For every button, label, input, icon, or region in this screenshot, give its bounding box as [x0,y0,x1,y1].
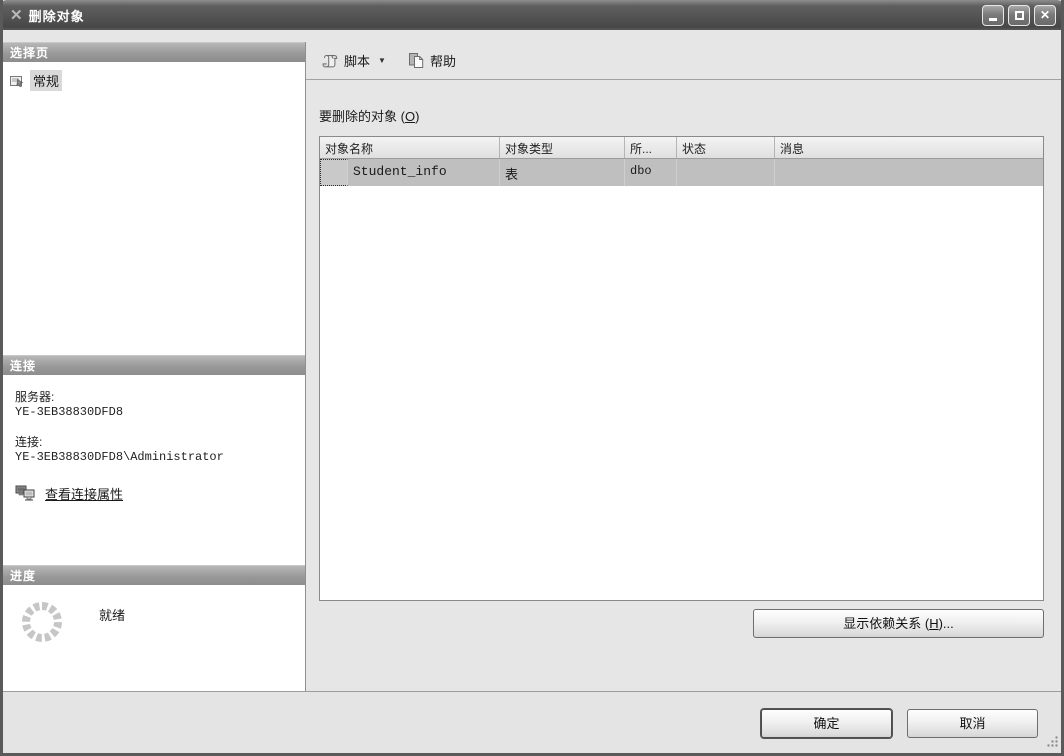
cancel-button[interactable]: 取消 [907,709,1038,738]
minimize-icon [989,18,997,21]
view-connection-properties-link[interactable]: 查看连接属性 [45,484,123,503]
footer-bar: 确定 取消 [3,691,1061,753]
cell-object-name: Student_info [348,159,500,186]
server-value: YE-3EB38830DFD8 [15,405,124,419]
connection-value: YE-3EB38830DFD8\Administrator [15,450,224,464]
column-header-owner[interactable]: 所... [625,137,677,158]
help-icon [408,52,425,69]
cell-status [677,159,775,186]
server-label: 服务器: [15,390,55,404]
delete-object-dialog: ✕ 删除对象 ✕ 选择页 常规 连接 服务器: YE-3EB38830DFD8 … [0,0,1064,756]
script-icon [322,52,339,69]
grid-header-row: 对象名称 对象类型 所... 状态 消息 [320,137,1043,159]
sidebar: 选择页 常规 连接 服务器: YE-3EB38830DFD8 连接: YE-3E… [3,42,306,694]
connection-properties-icon [15,485,36,502]
maximize-button[interactable] [1008,4,1030,26]
content-area: 要删除的对象 (O) 对象名称 对象类型 所... 状态 消息 Student_… [306,80,1061,694]
script-dropdown-icon[interactable]: ▼ [378,56,386,65]
frame-gap [3,30,1061,42]
delete-object-icon: ✕ [10,6,23,24]
ok-button[interactable]: 确定 [761,709,892,738]
column-header-object-type[interactable]: 对象类型 [500,137,625,158]
toolbar: 脚本 ▼ 帮助 [306,42,1061,80]
progress-header: 进度 [3,565,305,585]
pages-list: 常规 [3,62,305,355]
sidebar-item-label: 常规 [30,70,63,91]
show-dependencies-button[interactable]: 显示依赖关系 (H)... [753,609,1044,638]
close-icon: ✕ [1039,8,1051,22]
objects-grid[interactable]: 对象名称 对象类型 所... 状态 消息 Student_info 表 dbo [319,136,1044,601]
help-button[interactable]: 帮助 [404,48,460,73]
objects-to-delete-label: 要删除的对象 (O) [319,109,420,124]
table-row[interactable]: Student_info 表 dbo [320,159,1043,186]
general-page-icon [9,73,25,89]
connection-label: 连接: [15,435,43,449]
column-header-status[interactable]: 状态 [677,137,775,158]
script-button[interactable]: 脚本 ▼ [318,48,390,73]
script-label: 脚本 [344,54,371,69]
select-page-header: 选择页 [3,42,305,62]
minimize-button[interactable] [982,4,1004,26]
sidebar-item-general[interactable]: 常规 [9,70,299,91]
progress-section: 就绪 [3,585,305,694]
title-bar[interactable]: ✕ 删除对象 ✕ [3,0,1061,30]
cell-object-type: 表 [500,159,625,186]
column-header-message[interactable]: 消息 [775,137,1043,158]
close-button[interactable]: ✕ [1034,4,1056,26]
main-panel: 脚本 ▼ 帮助 要删除的对象 (O) 对象名称 对象类型 所... 状态 消息 … [306,42,1061,694]
resize-grip-icon[interactable] [1046,735,1059,751]
window-title: 删除对象 [28,8,85,24]
cell-owner: dbo [625,159,677,186]
maximize-icon [1014,10,1024,20]
connection-header: 连接 [3,355,305,375]
help-label: 帮助 [429,54,456,69]
column-header-object-name[interactable]: 对象名称 [320,137,500,158]
connection-info: 服务器: YE-3EB38830DFD8 连接: YE-3EB38830DFD8… [3,375,305,565]
cell-message [775,159,1043,186]
progress-status: 就绪 [99,608,126,623]
row-selector-cell[interactable] [320,159,348,186]
progress-spinner-icon [19,599,65,645]
